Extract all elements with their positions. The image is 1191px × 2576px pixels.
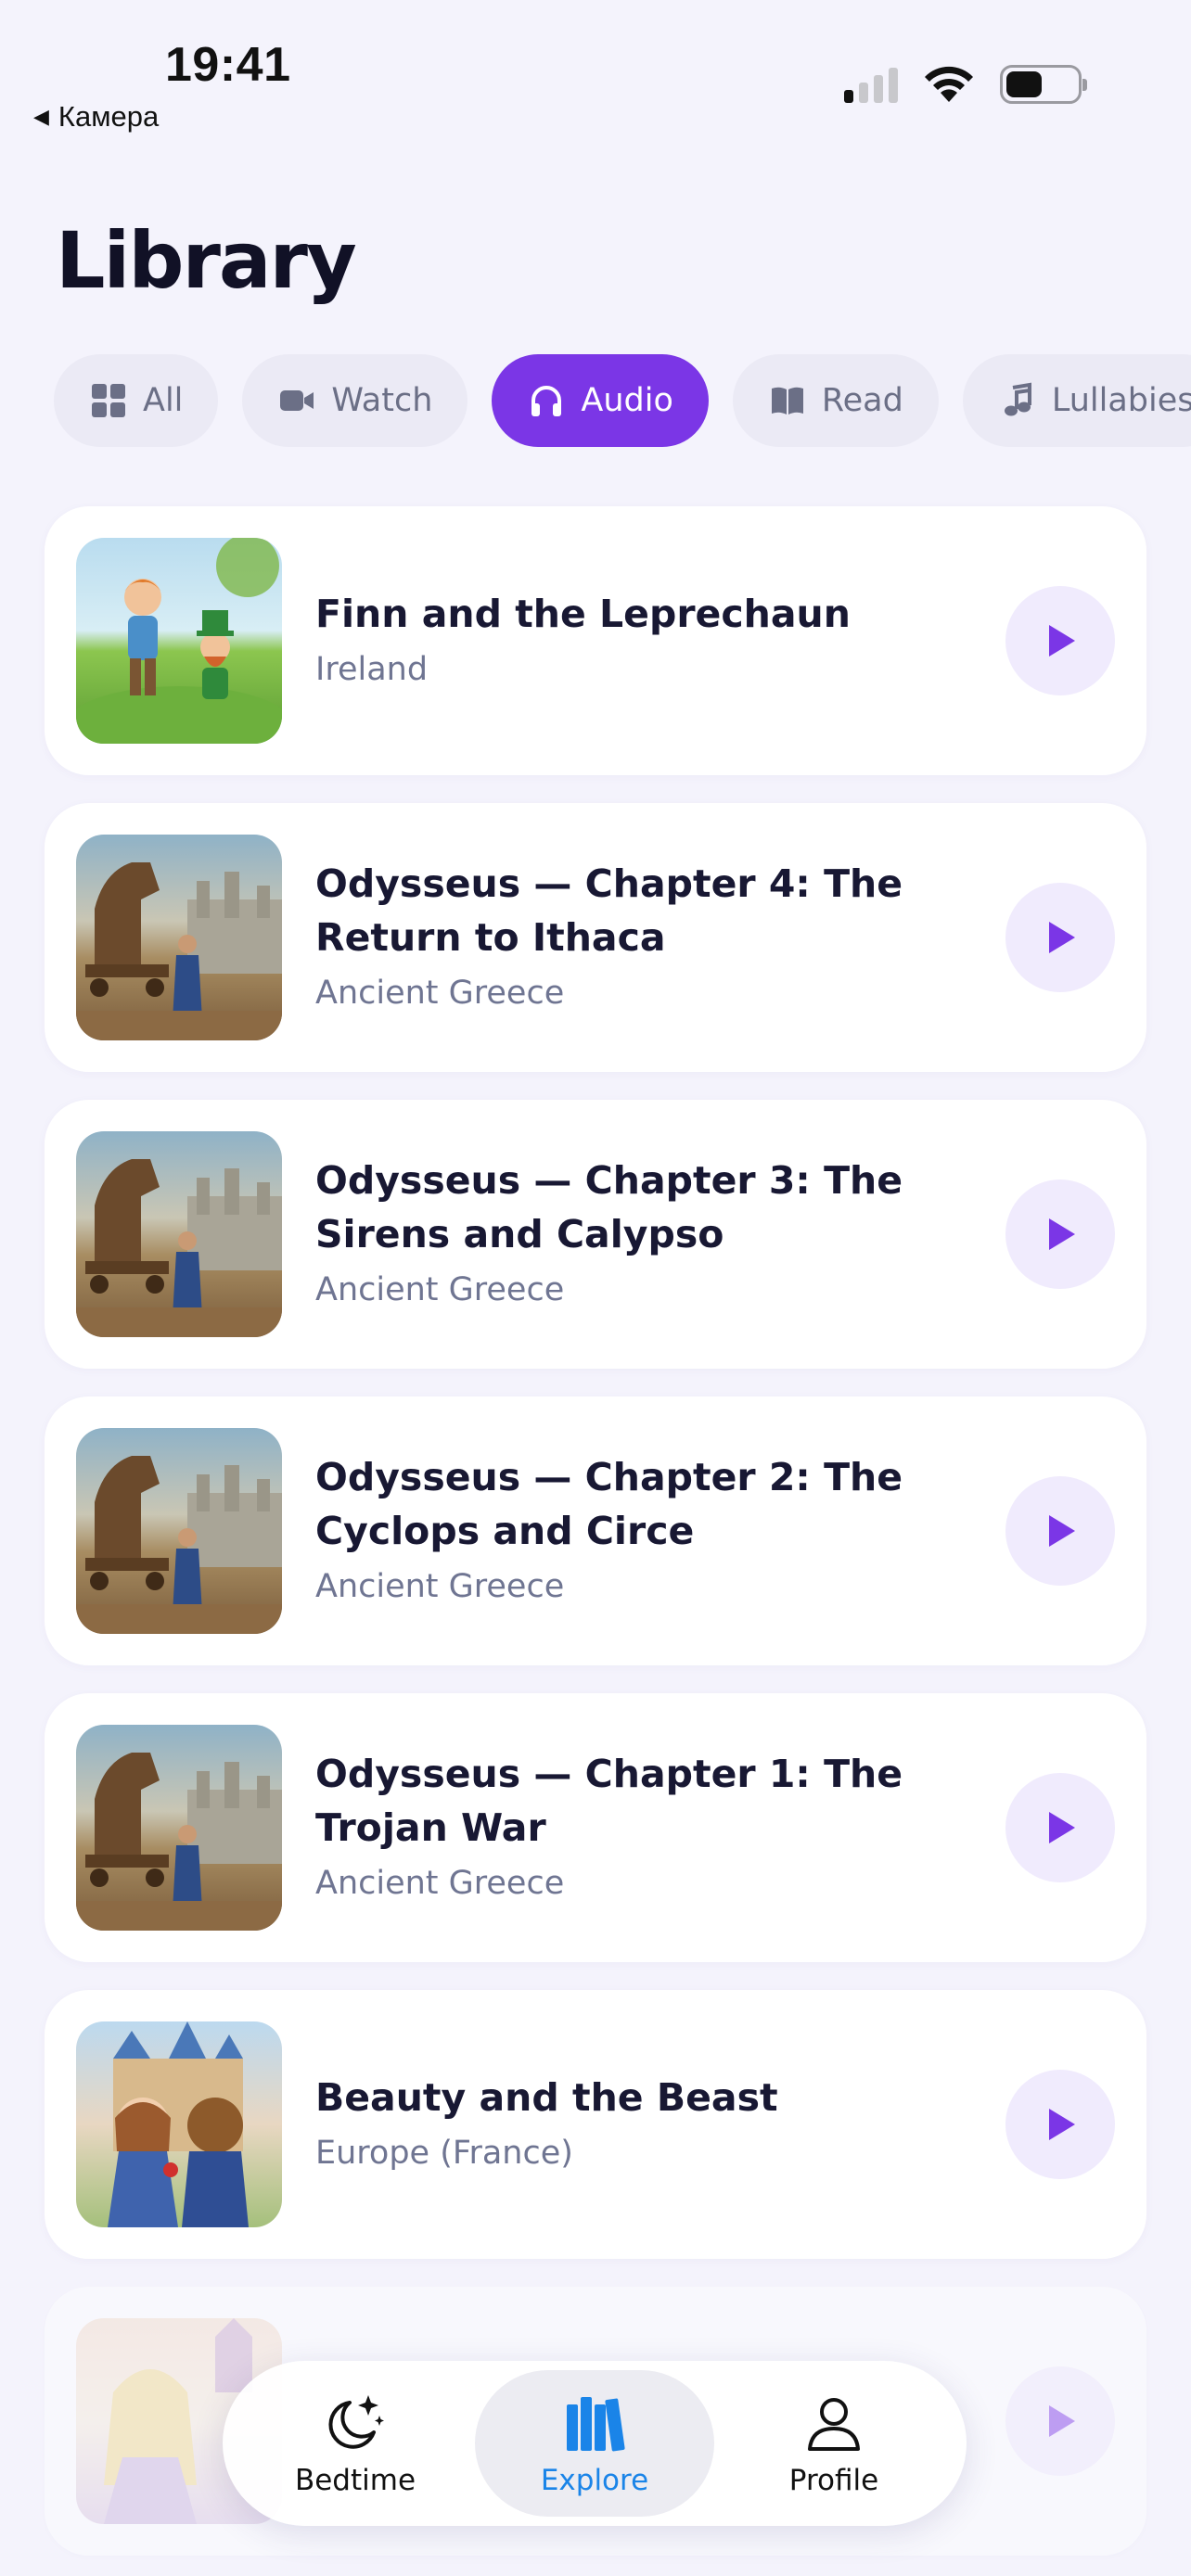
- play-button[interactable]: [1005, 586, 1115, 695]
- play-icon: [1049, 1515, 1075, 1547]
- play-button[interactable]: [1005, 1180, 1115, 1289]
- story-title: Beauty and the Beast: [315, 2075, 778, 2120]
- story-region: Europe (France): [315, 2135, 573, 2172]
- nav-label: Profile: [788, 2464, 879, 2497]
- story-list: Finn and the Leprechaun Ireland Odysseus…: [45, 506, 1146, 2556]
- story-title: Odysseus — Chapter 1: The Trojan War: [315, 1752, 903, 1850]
- back-link-label: Камера: [58, 100, 160, 133]
- tab-lullabies[interactable]: Lullabies: [962, 354, 1191, 447]
- play-icon: [1049, 2405, 1075, 2437]
- nav-label: Explore: [540, 2464, 649, 2497]
- story-thumbnail: [76, 1725, 282, 1931]
- story-thumbnail: [76, 1131, 282, 1337]
- grid-icon: [89, 381, 128, 420]
- play-icon: [1049, 1812, 1075, 1843]
- tab-label: Watch: [331, 382, 433, 419]
- story-card-odysseus-4[interactable]: Odysseus — Chapter 4: The Return to Itha…: [45, 803, 1146, 1072]
- story-thumbnail: [76, 2021, 282, 2227]
- story-card-beauty-beast[interactable]: Beauty and the Beast Europe (France): [45, 1990, 1146, 2259]
- story-region: Ancient Greece: [315, 1865, 565, 1902]
- nav-item-explore[interactable]: Explore: [475, 2370, 714, 2517]
- moon-stars-icon: [328, 2395, 384, 2449]
- library-books-icon: [567, 2397, 625, 2452]
- tab-label: Audio: [581, 382, 673, 419]
- music-note-icon: [998, 381, 1037, 420]
- story-region: Ancient Greece: [315, 1568, 565, 1605]
- tab-all[interactable]: All: [54, 354, 219, 447]
- story-region: Ancient Greece: [315, 975, 565, 1012]
- play-button[interactable]: [1005, 1476, 1115, 1586]
- play-icon: [1049, 922, 1075, 953]
- video-icon: [277, 381, 316, 420]
- nav-item-bedtime[interactable]: Bedtime: [236, 2370, 475, 2517]
- story-card-odysseus-2[interactable]: Odysseus — Chapter 2: The Cyclops and Ci…: [45, 1396, 1146, 1665]
- play-icon: [1049, 625, 1075, 657]
- book-icon: [768, 381, 807, 420]
- play-icon: [1049, 2109, 1075, 2140]
- person-icon: [808, 2398, 860, 2451]
- filter-tabs: All Watch Audio Read Lullabies: [54, 354, 1191, 447]
- back-to-camera-link[interactable]: ◀ Камера: [33, 100, 159, 134]
- story-thumbnail: [76, 1428, 282, 1634]
- status-time: 19:41: [165, 38, 291, 92]
- nav-item-profile[interactable]: Profile: [714, 2370, 954, 2517]
- story-card-odysseus-3[interactable]: Odysseus — Chapter 3: The Sirens and Cal…: [45, 1100, 1146, 1369]
- bottom-nav: Bedtime Explore Profile: [223, 2361, 967, 2526]
- play-icon: [1049, 1218, 1075, 1250]
- play-button[interactable]: [1005, 1773, 1115, 1882]
- story-thumbnail: [76, 538, 282, 744]
- status-icons: [844, 65, 1087, 104]
- headphones-icon: [527, 381, 566, 420]
- play-button[interactable]: [1005, 883, 1115, 992]
- story-title: Finn and the Leprechaun: [315, 592, 851, 636]
- page-title: Library: [56, 215, 357, 306]
- story-region: Ancient Greece: [315, 1271, 565, 1308]
- play-button[interactable]: [1005, 2366, 1115, 2476]
- story-region: Ireland: [315, 651, 429, 688]
- battery-icon: [1000, 65, 1087, 104]
- tab-label: Read: [821, 382, 903, 419]
- back-triangle-icon: ◀: [33, 105, 49, 128]
- tab-audio[interactable]: Audio: [492, 354, 709, 447]
- story-title: Odysseus — Chapter 4: The Return to Itha…: [315, 861, 903, 960]
- tab-label: All: [143, 382, 184, 419]
- story-card-finn[interactable]: Finn and the Leprechaun Ireland: [45, 506, 1146, 775]
- story-title: Odysseus — Chapter 2: The Cyclops and Ci…: [315, 1455, 903, 1553]
- tab-read[interactable]: Read: [732, 354, 939, 447]
- wifi-icon: [925, 66, 973, 102]
- cellular-signal-icon: [844, 66, 898, 103]
- tab-watch[interactable]: Watch: [242, 354, 468, 447]
- tab-label: Lullabies: [1051, 382, 1191, 419]
- story-title: Odysseus — Chapter 3: The Sirens and Cal…: [315, 1158, 903, 1256]
- nav-label: Bedtime: [294, 2464, 416, 2497]
- story-card-odysseus-1[interactable]: Odysseus — Chapter 1: The Trojan War Anc…: [45, 1693, 1146, 1962]
- play-button[interactable]: [1005, 2070, 1115, 2179]
- story-thumbnail: [76, 835, 282, 1040]
